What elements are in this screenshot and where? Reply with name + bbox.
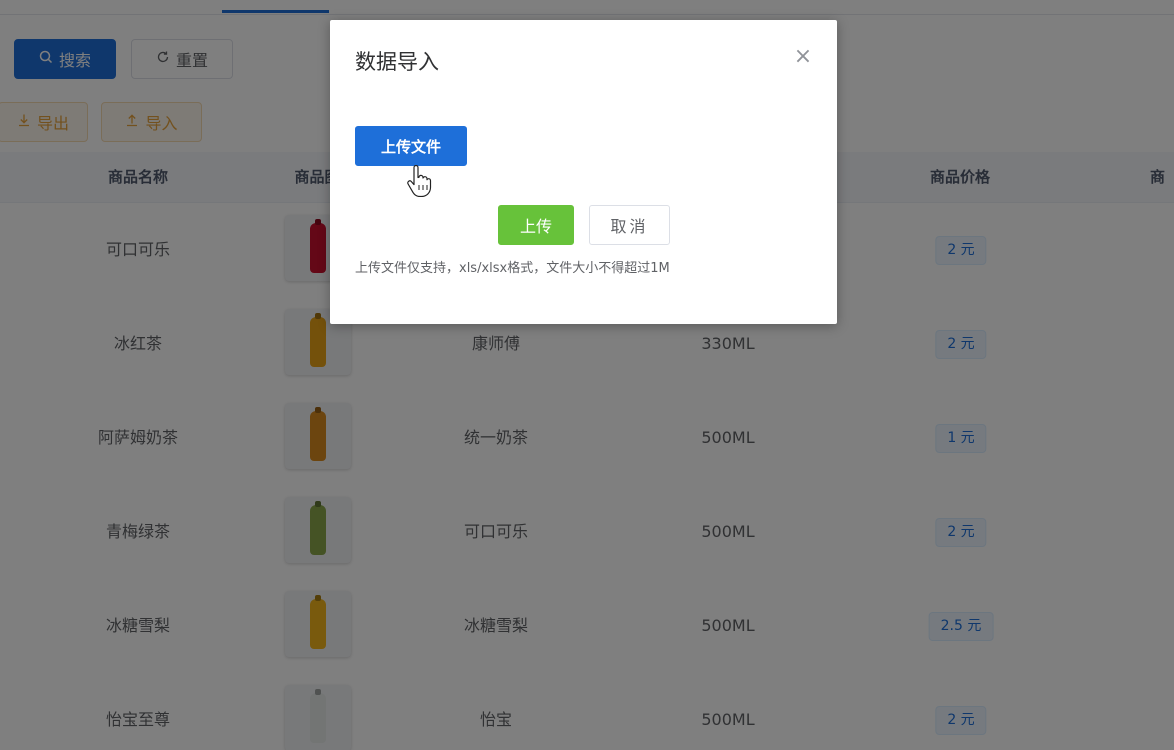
data-import-dialog: 数据导入 × 上传文件 上传 取消 上传文件仅支持，xls/xlsx格式，文件大… bbox=[330, 20, 837, 324]
dialog-title: 数据导入 bbox=[355, 50, 439, 74]
upload-button-label: 上传 bbox=[519, 217, 552, 236]
hand-pointer-icon bbox=[407, 165, 432, 197]
upload-file-button[interactable]: 上传文件 bbox=[355, 126, 467, 166]
upload-tip-text: 上传文件仅支持，xls/xlsx格式，文件大小不得超过1M bbox=[355, 261, 670, 276]
close-icon[interactable]: × bbox=[793, 46, 813, 68]
product-list-page: 搜索 重置 导出 导入 商品名称 商品图 商品价格 商 可口可乐 2 元 冰红茶 bbox=[0, 0, 1174, 750]
upload-button[interactable]: 上传 bbox=[498, 205, 574, 245]
upload-file-button-label: 上传文件 bbox=[380, 137, 441, 156]
cancel-button-label: 取消 bbox=[610, 217, 649, 236]
cancel-button[interactable]: 取消 bbox=[589, 205, 670, 245]
